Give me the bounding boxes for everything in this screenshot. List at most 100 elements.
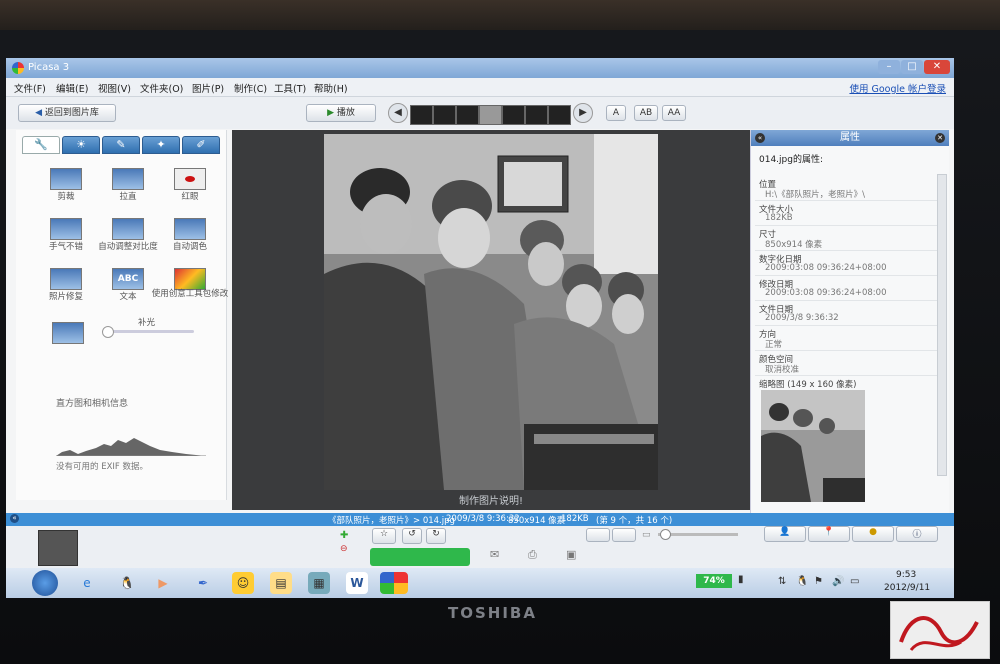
tool-redeye[interactable]: 红眼 (150, 168, 230, 202)
watermark-logo (890, 601, 990, 659)
next-photo-button[interactable]: ▶ (573, 103, 593, 123)
crop-icon (50, 168, 82, 190)
properties-file-title: 014.jpg的属性: (759, 155, 823, 165)
menu-view[interactable]: 视图(V) (98, 81, 131, 95)
tool-label: 红眼 (181, 192, 199, 202)
people-button[interactable]: 👤 (764, 526, 806, 542)
remove-icon[interactable]: ⊖ (340, 544, 348, 554)
rotate-left-icon: ↺ (408, 529, 416, 539)
collapse-tray-icon[interactable]: « (10, 514, 19, 523)
pen-icon: ✐ (196, 138, 206, 151)
histogram-title: 直方图和相机信息 (56, 399, 129, 409)
fill-light-slider-handle[interactable] (102, 326, 114, 338)
pen-app-icon[interactable]: ✒ (192, 572, 214, 594)
filmstrip-thumb[interactable] (479, 105, 502, 125)
maximize-button[interactable]: □ (901, 60, 923, 74)
prop-value: 850x914 像素 (765, 240, 823, 250)
export-icon[interactable]: ▣ (566, 548, 576, 561)
photo-viewer-icon[interactable]: ▦ (308, 572, 330, 594)
compare-view-button[interactable] (612, 528, 636, 542)
share-button[interactable] (370, 548, 470, 566)
pin-icon[interactable]: ✚ (340, 530, 348, 541)
status-path: 《部队照片，老照片》> 014.jpg (328, 516, 455, 526)
main-photo[interactable] (324, 134, 658, 490)
fill-light-slider[interactable] (104, 330, 194, 333)
menu-folder[interactable]: 文件夹(O) (140, 81, 183, 95)
word-icon[interactable]: W (346, 572, 368, 594)
info-button[interactable]: ⓘ (896, 526, 938, 542)
prop-value: 2009:03:08 09:36:24+08:00 (765, 288, 887, 298)
tab-more-effects[interactable]: ✦ (142, 136, 180, 154)
tab-basic-fixes[interactable]: 🔧 (22, 136, 60, 154)
media-player-icon[interactable]: ▶ (152, 572, 174, 594)
view-mode-a-button[interactable]: A (606, 105, 626, 121)
tray-display-icon[interactable]: ▭ (850, 576, 859, 587)
menu-help[interactable]: 帮助(H) (314, 81, 348, 95)
menu-picture[interactable]: 图片(P) (192, 81, 224, 95)
caption-field[interactable]: 制作图片说明! (232, 492, 750, 508)
folder-icon[interactable]: ▤ (270, 572, 292, 594)
filmstrip-thumb[interactable] (433, 105, 456, 125)
prop-value: 2009:03:08 09:36:24+08:00 (765, 263, 887, 273)
tray-thumbnail[interactable] (38, 530, 78, 566)
picasa-logo-icon (12, 62, 24, 74)
tray-network-icon[interactable]: ⇅ (778, 576, 786, 587)
tray-volume-icon[interactable]: 🔊 (832, 576, 844, 587)
menu-file[interactable]: 文件(F) (14, 81, 46, 95)
filmstrip-thumb[interactable] (410, 105, 433, 125)
tab-creative[interactable]: ✐ (182, 136, 220, 154)
rotate-left-button[interactable]: ↺ (402, 528, 422, 544)
tray-flag-icon[interactable]: ⚑ (814, 576, 823, 587)
single-view-button[interactable] (586, 528, 610, 542)
tab-effects[interactable]: ✎ (102, 136, 140, 154)
properties-scrollbar[interactable] (937, 174, 947, 476)
picasa-taskbar-icon[interactable] (380, 572, 408, 594)
print-icon[interactable]: ⎙ (528, 548, 537, 562)
close-button[interactable]: ✕ (924, 60, 950, 74)
tab-tuning[interactable]: ☀ (62, 136, 100, 154)
tags-button[interactable]: ● (852, 526, 894, 542)
histogram-box: 直方图和相机信息 没有可用的 EXIF 数据。 (46, 392, 216, 476)
view-mode-aa-button[interactable]: AA (662, 105, 686, 121)
play-label: 播放 (336, 108, 355, 118)
chat-app-icon[interactable]: ☺ (232, 572, 254, 594)
filmstrip-thumb[interactable] (456, 105, 479, 125)
menu-create[interactable]: 制作(C) (234, 81, 267, 95)
properties-panel: 属性 « ✕ 014.jpg的属性: 位置 H:\《部队照片，老照片》\ 文件大… (750, 130, 949, 560)
previous-photo-button[interactable]: ◀ (388, 103, 408, 123)
battery-indicator[interactable]: 74% (696, 574, 732, 588)
back-to-library-button[interactable]: ◀ 返回到图片库 (18, 104, 116, 122)
email-icon[interactable]: ✉ (490, 548, 499, 561)
tool-auto-color[interactable]: 自动调色 (150, 218, 230, 252)
photo-tray: ✚ ⊖ ☆ ↺ ↻ ✉ ⎙ ▣ ▭ 👤 📍 ● ⓘ (6, 526, 954, 568)
play-slideshow-button[interactable]: ▶ 播放 (306, 104, 376, 122)
google-signin-link[interactable]: 使用 Google 帐户登录 (849, 81, 946, 95)
start-button[interactable] (32, 570, 58, 596)
filmstrip-thumb[interactable] (502, 105, 525, 125)
clock-time[interactable]: 9:53 (896, 570, 916, 580)
menu-tools[interactable]: 工具(T) (274, 81, 306, 95)
clock-date[interactable]: 2012/9/11 (884, 583, 930, 593)
filmstrip-thumb[interactable] (525, 105, 548, 125)
divider (755, 350, 937, 351)
view-mode-ab-button[interactable]: AB (634, 105, 658, 121)
filmstrip-thumb[interactable] (548, 105, 571, 125)
qq-icon[interactable]: 🐧 (116, 572, 138, 594)
tray-qq-icon[interactable]: 🐧 (796, 576, 808, 587)
star-button[interactable]: ☆ (372, 528, 396, 544)
redeye-icon (174, 168, 206, 190)
minimize-button[interactable]: – (878, 60, 900, 74)
close-panel-icon[interactable]: ✕ (935, 133, 945, 143)
tool-creative-kit[interactable]: 使用创意工具包修改 (150, 268, 230, 299)
zoom-slider-handle[interactable] (660, 529, 671, 540)
histogram-chart (56, 438, 206, 456)
menu-edit[interactable]: 编辑(E) (56, 81, 88, 95)
exif-note: 没有可用的 EXIF 数据。 (56, 462, 148, 472)
ie-icon[interactable]: e (76, 572, 98, 594)
collapse-panel-icon[interactable]: « (755, 133, 765, 143)
wrench-icon: 🔧 (34, 138, 48, 151)
rotate-right-button[interactable]: ↻ (426, 528, 446, 544)
person-icon: 👤 (779, 527, 791, 537)
places-button[interactable]: 📍 (808, 526, 850, 542)
monitor-brand: TOSHIBA (448, 604, 537, 622)
